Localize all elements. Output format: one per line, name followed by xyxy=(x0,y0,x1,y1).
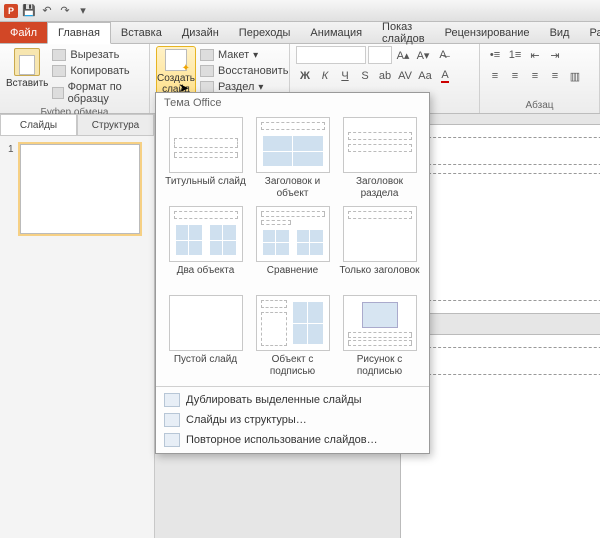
layout-title-slide[interactable]: Титульный слайд xyxy=(164,117,247,200)
paste-icon xyxy=(14,48,40,76)
cut-button[interactable]: Вырезать xyxy=(52,48,143,62)
strike-button[interactable]: S xyxy=(356,67,374,85)
layout-two-content[interactable]: Два объекта xyxy=(164,206,247,289)
reset-icon xyxy=(200,65,214,77)
format-painter-button[interactable]: Формат по образцу xyxy=(52,80,143,106)
shadow-button[interactable]: ab xyxy=(376,67,394,85)
tab-home[interactable]: Главная xyxy=(47,22,111,44)
numbering-button[interactable]: 1≡ xyxy=(506,46,524,64)
slide-preview[interactable] xyxy=(400,124,600,314)
copy-label: Копировать xyxy=(70,65,129,77)
layout-label: Макет xyxy=(218,49,249,61)
duplicate-icon xyxy=(164,393,180,407)
columns-button[interactable]: ▥ xyxy=(566,67,584,85)
tab-insert[interactable]: Вставка xyxy=(111,22,172,43)
tab-extra[interactable]: Расклад xyxy=(579,22,600,43)
brush-icon xyxy=(52,87,63,99)
spacing-button[interactable]: AV xyxy=(396,67,414,85)
paste-button[interactable]: Вставить xyxy=(6,46,48,89)
indent-dec-button[interactable]: ⇤ xyxy=(526,46,544,64)
slide-preview-next[interactable] xyxy=(400,334,600,538)
font-size-input[interactable] xyxy=(368,46,392,64)
reset-label: Восстановить xyxy=(218,65,288,77)
new-slide-gallery: Тема Office Титульный слайд Заголовок и … xyxy=(155,92,430,454)
group-paragraph-label: Абзац xyxy=(486,99,593,113)
title-bar: P 💾 ↶ ↷ ▾ xyxy=(0,0,600,22)
justify-button[interactable]: ≡ xyxy=(546,67,564,85)
title-placeholder[interactable] xyxy=(413,347,600,375)
layout-blank[interactable]: Пустой слайд xyxy=(164,295,247,378)
undo-icon[interactable]: ↶ xyxy=(40,4,54,18)
panel-tab-slides[interactable]: Слайды xyxy=(0,114,77,135)
font-color-button[interactable]: A xyxy=(436,67,454,85)
cut-label: Вырезать xyxy=(70,49,119,61)
font-name-input[interactable] xyxy=(296,46,366,64)
layout-icon xyxy=(200,49,214,61)
reuse-icon xyxy=(164,433,180,447)
thumb-number: 1 xyxy=(8,144,14,234)
align-center-button[interactable]: ≡ xyxy=(506,67,524,85)
tab-view[interactable]: Вид xyxy=(540,22,580,43)
align-right-button[interactable]: ≡ xyxy=(526,67,544,85)
copy-button[interactable]: Копировать xyxy=(52,64,143,78)
new-slide-button[interactable]: Создать слайд ➤ xyxy=(156,46,196,98)
layout-section-header[interactable]: Заголовок раздела xyxy=(338,117,421,200)
new-slide-icon xyxy=(165,49,187,71)
qat-more-icon[interactable]: ▾ xyxy=(76,4,90,18)
copy-icon xyxy=(52,65,66,77)
italic-button[interactable]: К xyxy=(316,67,334,85)
paste-label: Вставить xyxy=(6,78,48,89)
gallery-duplicate[interactable]: Дублировать выделенные слайды xyxy=(156,390,429,410)
tab-review[interactable]: Рецензирование xyxy=(435,22,540,43)
content-placeholder[interactable] xyxy=(413,173,600,301)
reset-button[interactable]: Восстановить xyxy=(200,64,288,78)
layout-title-content[interactable]: Заголовок и объект xyxy=(251,117,334,200)
shrink-font-button[interactable]: A▾ xyxy=(414,46,432,64)
indent-inc-button[interactable]: ⇥ xyxy=(546,46,564,64)
slide-thumbnail[interactable] xyxy=(20,144,140,234)
layout-title-only[interactable]: Только заголовок xyxy=(338,206,421,289)
layout-picture-caption[interactable]: Рисунок с подписью xyxy=(338,295,421,378)
group-clipboard: Вставить Вырезать Копировать Формат по о… xyxy=(0,44,150,113)
bold-button[interactable]: Ж xyxy=(296,67,314,85)
tab-transitions[interactable]: Переходы xyxy=(229,22,301,43)
app-icon: P xyxy=(4,4,18,18)
group-paragraph: •≡ 1≡ ⇤ ⇥ ≡ ≡ ≡ ≡ ▥ Абзац xyxy=(480,44,600,113)
tab-slideshow[interactable]: Показ слайдов xyxy=(372,22,435,43)
bullets-button[interactable]: •≡ xyxy=(486,46,504,64)
layout-button[interactable]: Макет ▾ xyxy=(200,48,288,62)
save-icon[interactable]: 💾 xyxy=(22,4,36,18)
format-painter-label: Формат по образцу xyxy=(68,81,143,105)
align-left-button[interactable]: ≡ xyxy=(486,67,504,85)
cut-icon xyxy=(52,49,66,61)
panel-tab-outline[interactable]: Структура xyxy=(77,114,154,135)
clear-format-button[interactable]: A̶ xyxy=(434,46,452,64)
gallery-from-outline[interactable]: Слайды из структуры… xyxy=(156,410,429,430)
ribbon-tabs: Файл Главная Вставка Дизайн Переходы Ани… xyxy=(0,22,600,44)
redo-icon[interactable]: ↷ xyxy=(58,4,72,18)
grow-font-button[interactable]: A▴ xyxy=(394,46,412,64)
underline-button[interactable]: Ч xyxy=(336,67,354,85)
slides-panel: Слайды Структура 1 xyxy=(0,114,155,538)
layout-comparison[interactable]: Сравнение xyxy=(251,206,334,289)
title-placeholder[interactable] xyxy=(413,137,600,165)
gallery-reuse[interactable]: Повторное использование слайдов… xyxy=(156,430,429,450)
case-button[interactable]: Aa xyxy=(416,67,434,85)
tab-animations[interactable]: Анимация xyxy=(300,22,372,43)
outline-icon xyxy=(164,413,180,427)
tab-design[interactable]: Дизайн xyxy=(172,22,229,43)
gallery-theme-label: Тема Office xyxy=(156,93,429,113)
tab-file[interactable]: Файл xyxy=(0,22,47,43)
layout-content-caption[interactable]: Объект с подписью xyxy=(251,295,334,378)
